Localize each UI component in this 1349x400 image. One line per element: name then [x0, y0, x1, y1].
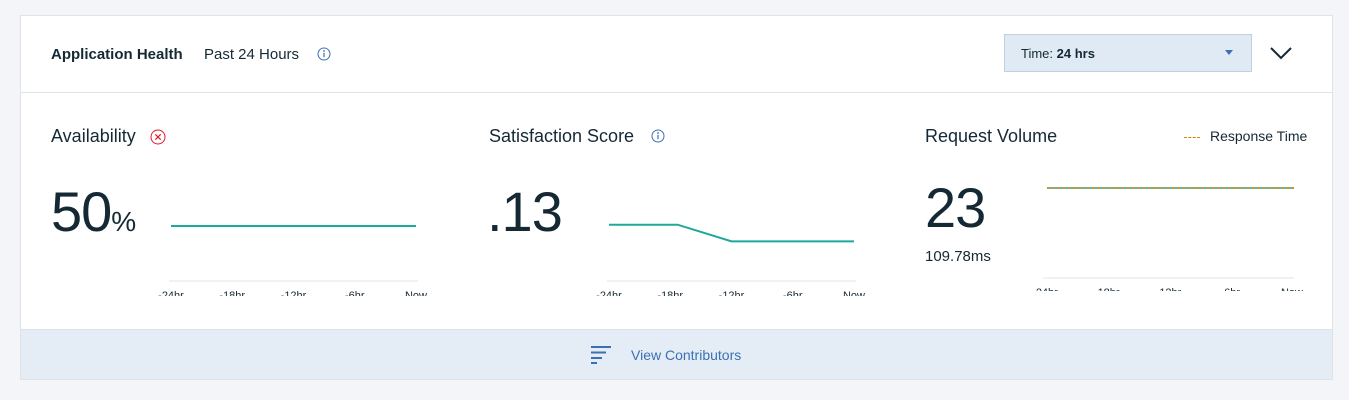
legend-label: Response Time: [1210, 128, 1308, 144]
time-range-label: Time: 24 hrs: [1021, 46, 1095, 61]
x-tick-label: Now: [1281, 287, 1303, 291]
x-tick-label: -24hr: [596, 290, 622, 296]
collapse-button[interactable]: [1263, 40, 1299, 68]
error-circle-icon: [150, 129, 166, 145]
satisfaction-chart: -24hr -18hr -12hr -6hr Now: [596, 223, 865, 296]
x-tick-label: Now: [843, 290, 865, 296]
card-subtitle: Past 24 Hours: [204, 46, 300, 63]
satisfaction-value: .13: [487, 180, 563, 243]
x-tick-label: -12hr: [1156, 287, 1182, 291]
request-volume-title: Request Volume: [925, 126, 1058, 146]
availability-title: Availability: [51, 126, 136, 146]
x-tick-label: -12hr: [281, 290, 307, 296]
x-tick-label: -24hr: [1032, 287, 1058, 291]
series-line: [609, 223, 854, 243]
availability-unit: %: [111, 206, 137, 237]
card-header: Application Health Past 24 Hours Time: 2…: [21, 16, 1332, 93]
response-time-value: 109.78ms: [925, 248, 991, 265]
dashed-line-icon: [1184, 136, 1200, 138]
list-icon: [591, 346, 611, 364]
x-tick-label: -18hr: [1094, 287, 1120, 291]
x-tick-label: Now: [405, 290, 427, 296]
availability-chart: -24hr -18hr -12hr -6hr Now: [158, 225, 427, 296]
view-contributors-button[interactable]: View Contributors: [21, 329, 1332, 379]
card-title: Application Health: [51, 46, 183, 63]
request-volume-chart: -24hr -18hr -12hr -6hr Now: [1032, 187, 1303, 291]
time-range-value: 24 hrs: [1056, 46, 1095, 61]
chart-legend: Response Time: [1184, 128, 1307, 144]
view-contributors-label: View Contributors: [631, 347, 742, 363]
satisfaction-title: Satisfaction Score: [489, 126, 635, 146]
x-tick-label: -18hr: [219, 290, 245, 296]
application-health-card: Application Health Past 24 Hours Time: 2…: [20, 15, 1333, 380]
time-range-select[interactable]: Time: 24 hrs: [1004, 34, 1252, 72]
x-tick-label: -24hr: [158, 290, 184, 296]
chevron-down-icon: [1270, 47, 1292, 60]
caret-down-icon: [1225, 50, 1233, 55]
x-tick-label: -18hr: [657, 290, 683, 296]
x-tick-label: -12hr: [719, 290, 745, 296]
x-tick-label: -6hr: [783, 290, 803, 296]
x-tick-label: -6hr: [1220, 287, 1240, 291]
x-tick-label: -6hr: [345, 290, 365, 296]
availability-value: 50%: [51, 180, 137, 243]
info-icon[interactable]: [317, 47, 331, 61]
info-icon[interactable]: [651, 129, 665, 143]
request-volume-value: 23: [925, 176, 986, 239]
